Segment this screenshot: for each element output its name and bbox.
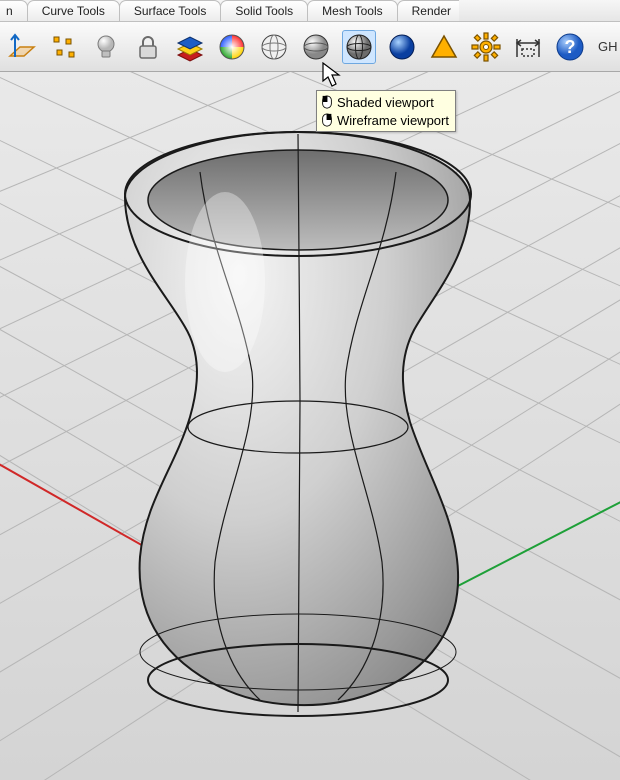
tab-label: Curve Tools: [42, 4, 105, 18]
tab-label: Mesh Tools: [322, 4, 382, 18]
display-mode-tooltip: Shaded viewport Wireframe viewport: [316, 90, 456, 132]
tab-partial-left[interactable]: n: [0, 0, 28, 21]
tool-tabstrip: n Curve Tools Surface Tools Solid Tools …: [0, 0, 620, 22]
layers-icon[interactable]: [174, 30, 206, 64]
viewport-3d[interactable]: [0, 72, 620, 780]
triangle-icon[interactable]: [428, 30, 460, 64]
cplane-icon[interactable]: [6, 30, 38, 64]
tab-label: Render: [412, 4, 451, 18]
mouse-right-icon: [321, 113, 333, 127]
help-icon[interactable]: ?: [554, 30, 586, 64]
points-icon[interactable]: [48, 30, 80, 64]
tab-curve-tools[interactable]: Curve Tools: [27, 0, 120, 21]
material-icon[interactable]: [216, 30, 248, 64]
tab-surface-tools[interactable]: Surface Tools: [119, 0, 222, 21]
dimension-icon[interactable]: [512, 30, 544, 64]
tab-solid-tools[interactable]: Solid Tools: [220, 0, 308, 21]
tooltip-row-shaded: Shaded viewport: [321, 93, 449, 111]
tab-label: Surface Tools: [134, 4, 207, 18]
tab-label: Solid Tools: [235, 4, 293, 18]
main-toolbar: ? GH: [0, 22, 620, 72]
shaded-sphere-icon[interactable]: [342, 30, 376, 64]
toolbar-trailing-text: GH: [596, 39, 618, 54]
svg-text:?: ?: [565, 37, 576, 57]
tab-mesh-tools[interactable]: Mesh Tools: [307, 0, 397, 21]
tooltip-label: Wireframe viewport: [337, 113, 449, 128]
light-icon[interactable]: [90, 30, 122, 64]
wireframe-sphere-icon[interactable]: [258, 30, 290, 64]
viewport-canvas: [0, 72, 620, 780]
tooltip-row-wireframe: Wireframe viewport: [321, 111, 449, 129]
gear-icon[interactable]: [470, 30, 502, 64]
tab-label: n: [6, 4, 13, 18]
tooltip-label: Shaded viewport: [337, 95, 434, 110]
rendered-sphere-icon[interactable]: [386, 30, 418, 64]
mouse-left-icon: [321, 95, 333, 109]
ghosted-sphere-icon[interactable]: [300, 30, 332, 64]
tab-render[interactable]: Render: [397, 0, 459, 21]
lock-icon[interactable]: [132, 30, 164, 64]
